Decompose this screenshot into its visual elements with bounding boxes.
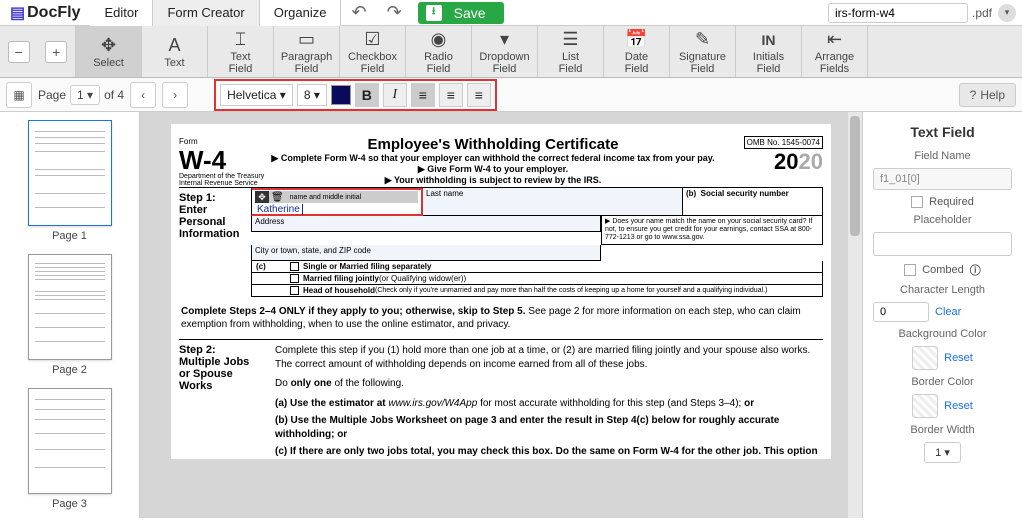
pdf-page: FormW-4Department of the Treasury Intern… <box>171 124 831 459</box>
address-field[interactable]: Address <box>251 216 601 232</box>
borderwidth-label: Border Width <box>873 424 1012 436</box>
tool-list-field[interactable]: ☰List Field <box>538 26 604 77</box>
info-icon[interactable]: ⓘ <box>970 262 981 278</box>
help-button[interactable]: ?Help <box>959 83 1016 107</box>
initials-icon: IN <box>762 29 776 51</box>
tab-editor[interactable]: Editor <box>90 0 153 26</box>
fieldname-input[interactable]: f1_01[0] <box>873 168 1012 190</box>
city-field[interactable]: City or town, state, and ZIP code <box>251 245 601 261</box>
radio-icon: ◉ <box>431 29 447 51</box>
help-icon: ? <box>970 88 977 102</box>
next-page-button[interactable]: › <box>162 82 188 108</box>
page-select[interactable]: 1 ▾ <box>70 85 100 105</box>
tool-paragraph-field[interactable]: ▭Paragraph Field <box>274 26 340 77</box>
logo: ▤DocFly <box>0 3 90 23</box>
chk-mfj[interactable] <box>290 274 299 283</box>
checkbox-icon: ☑ <box>364 29 380 51</box>
vertical-scrollbar[interactable] <box>848 112 862 518</box>
thumb-page-2[interactable] <box>28 254 112 360</box>
name-match-note: ▶ Does your name match the name on your … <box>601 216 823 245</box>
tool-radio-field[interactable]: ◉Radio Field <box>406 26 472 77</box>
tool-arrange-fields[interactable]: ⇤Arrange Fields <box>802 26 868 77</box>
save-button[interactable]: ⭳Save <box>418 2 504 24</box>
italic-button[interactable]: I <box>383 83 407 107</box>
date-icon: 📅 <box>625 29 647 51</box>
bordercolor-label: Border Color <box>873 376 1012 388</box>
font-color-picker[interactable] <box>331 85 351 105</box>
first-name-field[interactable]: ✥🗑 name and middle initial Katherine <box>251 188 423 216</box>
tool-select[interactable]: ✥Select <box>76 26 142 77</box>
zoom-in-button[interactable]: + <box>45 41 67 63</box>
text-icon: A <box>168 35 180 57</box>
combed-checkbox[interactable] <box>904 264 916 276</box>
placeholder-input[interactable] <box>873 232 1012 256</box>
clear-link[interactable]: Clear <box>935 306 961 318</box>
arrange-icon: ⇤ <box>827 29 842 51</box>
tab-form-creator[interactable]: Form Creator <box>153 0 259 26</box>
bg-reset-link[interactable]: Reset <box>944 352 973 364</box>
placeholder-label: Placeholder <box>873 214 1012 226</box>
chk-single[interactable] <box>290 262 299 271</box>
thumb-label-3: Page 3 <box>0 498 139 510</box>
last-name-field[interactable]: Last name <box>423 188 683 216</box>
first-name-value[interactable]: Katherine <box>255 204 303 215</box>
align-center-button[interactable]: ≡ <box>439 83 463 107</box>
filename-input[interactable] <box>828 3 968 23</box>
delete-field-icon[interactable]: 🗑 <box>271 192 284 203</box>
file-menu-dropdown[interactable]: ▾ <box>998 4 1016 22</box>
list-icon: ☰ <box>562 29 578 51</box>
tab-organize[interactable]: Organize <box>260 0 342 26</box>
thumb-label-2: Page 2 <box>0 364 139 376</box>
charlen-input[interactable] <box>873 302 929 322</box>
thumbnails-toggle[interactable]: ▦ <box>6 82 32 108</box>
tool-dropdown-field[interactable]: ▾Dropdown Field <box>472 26 538 77</box>
tool-date-field[interactable]: 📅Date Field <box>604 26 670 77</box>
file-ext: .pdf <box>972 6 992 20</box>
align-left-button[interactable]: ≡ <box>411 83 435 107</box>
page-total: of 4 <box>104 88 124 102</box>
paragraph-icon: ▭ <box>298 29 315 51</box>
chk-hoh[interactable] <box>290 286 299 295</box>
border-reset-link[interactable]: Reset <box>944 400 973 412</box>
ssn-field[interactable]: (b) Social security number <box>683 188 823 216</box>
redo-button[interactable]: ↷ <box>377 2 412 23</box>
thumb-page-3[interactable] <box>28 388 112 494</box>
required-checkbox[interactable] <box>911 196 923 208</box>
fieldname-label: Field Name <box>873 150 1012 162</box>
tool-text[interactable]: AText <box>142 26 208 77</box>
move-icon: ✥ <box>101 35 116 57</box>
move-handle-icon[interactable]: ✥ <box>255 191 269 203</box>
save-icon: ⭳ <box>426 5 442 21</box>
tool-signature-field[interactable]: ✎Signature Field <box>670 26 736 77</box>
fontsize-select[interactable]: 8 ▾ <box>297 84 327 106</box>
canvas[interactable]: FormW-4Department of the Treasury Intern… <box>140 112 862 518</box>
dropdown-icon: ▾ <box>500 29 509 51</box>
logo-icon: ▤ <box>10 3 25 23</box>
prev-page-button[interactable]: ‹ <box>130 82 156 108</box>
thumbnail-panel: Page 1 Page 2 Page 3 <box>0 112 140 518</box>
borderwidth-select[interactable]: 1 ▾ <box>924 442 961 463</box>
format-toolbar: Helvetica ▾ 8 ▾ B I ≡ ≡ ≡ <box>214 79 497 111</box>
zoom-out-button[interactable]: − <box>8 41 30 63</box>
panel-title: Text Field <box>873 124 1012 140</box>
bold-button[interactable]: B <box>355 83 379 107</box>
align-right-button[interactable]: ≡ <box>467 83 491 107</box>
textfield-icon: ⌶ <box>235 29 246 51</box>
properties-panel: Text Field Field Name f1_01[0] Required … <box>862 112 1022 518</box>
border-color-swatch[interactable] <box>912 394 938 418</box>
bg-label: Background Color <box>873 328 1012 340</box>
thumb-page-1[interactable] <box>28 120 112 226</box>
signature-icon: ✎ <box>695 29 710 51</box>
bg-color-swatch[interactable] <box>912 346 938 370</box>
charlen-label: Character Length <box>873 284 1012 296</box>
font-select[interactable]: Helvetica ▾ <box>220 84 293 106</box>
tool-initials-field[interactable]: INInitials Field <box>736 26 802 77</box>
page-label: Page <box>38 88 66 102</box>
tool-text-field[interactable]: ⌶Text Field <box>208 26 274 77</box>
undo-button[interactable]: ↶ <box>341 2 376 23</box>
thumb-label-1: Page 1 <box>0 230 139 242</box>
tool-checkbox-field[interactable]: ☑Checkbox Field <box>340 26 406 77</box>
